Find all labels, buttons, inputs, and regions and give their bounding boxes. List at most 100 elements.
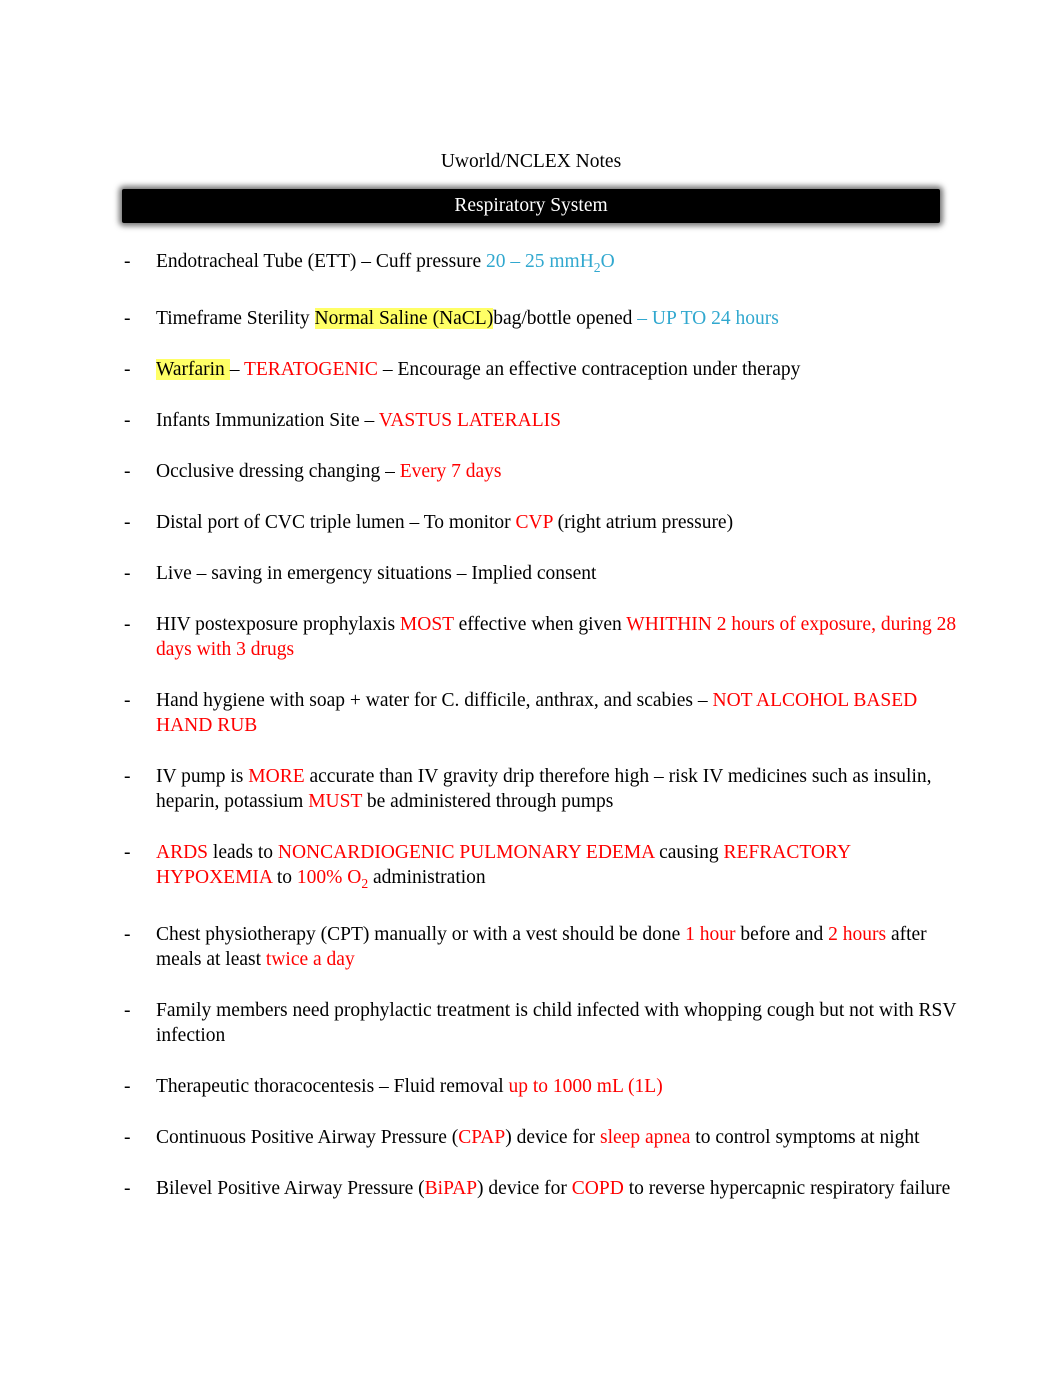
section-banner-respiratory: Respiratory System <box>122 189 940 224</box>
note-text-run: Timeframe Sterility <box>156 308 315 330</box>
note-text-run: be administered through pumps <box>362 791 614 813</box>
note-item-text: Endotracheal Tube (ETT) – Cuff pressure … <box>156 251 615 276</box>
bullet-marker: - <box>124 1000 131 1022</box>
note-text-run: Continuous Positive Airway Pressure ( <box>156 1127 459 1149</box>
note-item-occlusive-dressing: - Occlusive dressing changing – Every 7 d… <box>124 459 967 484</box>
document-page: Uworld/NCLEX Notes Respiratory System - E… <box>0 0 1062 1377</box>
note-item-hand-hygiene-soap-water: - Hand hygiene with soap + water for C. d… <box>124 688 967 738</box>
note-item-text: Warfarin – TERATOGENIC – Encourage an ef… <box>156 359 801 381</box>
bullet-marker: - <box>124 251 131 273</box>
note-item-text: Timeframe Sterility Normal Saline (NaCL)… <box>156 308 779 330</box>
note-text-run: – Cuff pressure <box>356 251 486 273</box>
notes-list: - Endotracheal Tube (ETT) – Cuff pressure… <box>0 249 1062 1201</box>
bullet-marker: - <box>124 1127 131 1149</box>
note-item-ards-pulmonary-edema: - ARDS leads to NONCARDIOGENIC PULMONARY … <box>124 840 967 896</box>
note-text-run: Every 7 days <box>399 461 502 483</box>
note-item-text: Hand hygiene with soap + water for C. di… <box>156 690 917 736</box>
note-text-run: IV pump is <box>156 766 249 788</box>
note-item-text: Live – saving in emergency situations – … <box>156 563 596 584</box>
note-text-run: before and <box>735 924 829 946</box>
note-text-run: Family members need prophylactic treatme… <box>156 1000 957 1047</box>
bullet-marker: - <box>124 1076 131 1098</box>
note-text-run: Live – saving in emergency situations – … <box>156 563 597 585</box>
note-text-run: Therapeutic thoracocentesis – Fluid remo… <box>156 1076 509 1098</box>
note-text-run: Distal port of CVC triple lumen – To mon… <box>156 512 516 534</box>
bullet-marker: - <box>124 690 131 712</box>
document-title: Uworld/NCLEX Notes <box>440 151 622 172</box>
note-item-whooping-cough-prophylaxis: - Family members need prophylactic treatm… <box>124 998 967 1048</box>
note-text-run: CVP <box>515 512 553 534</box>
note-text-run: twice a day <box>265 949 355 971</box>
note-text-run: Chest physiotherapy (CPT) manually or wi… <box>156 924 686 946</box>
note-item-text: IV pump is MORE accurate than IV gravity… <box>156 766 932 812</box>
bullet-marker: - <box>124 461 131 483</box>
note-text-run: TERATOGENIC <box>243 359 378 381</box>
note-item-text: Bilevel Positive Airway Pressure (BiPAP)… <box>156 1178 950 1199</box>
bullet-marker: - <box>124 1178 131 1200</box>
note-item-cvc-distal-port: - Distal port of CVC triple lumen – To mo… <box>124 510 967 535</box>
bullet-marker: - <box>124 308 131 330</box>
note-text-run: MORE <box>248 766 305 788</box>
note-item-bipap-copd: - Bilevel Positive Airway Pressure (BiPAP… <box>124 1176 967 1201</box>
note-item-text: Family members need prophylactic treatme… <box>156 1000 956 1046</box>
note-text-run: – Encourage an effective contraception u… <box>377 359 801 381</box>
bullet-marker: - <box>124 924 131 946</box>
note-text-run: CPAP <box>458 1127 506 1149</box>
note-text-run: to <box>271 867 297 889</box>
note-item-normal-saline-sterility: - Timeframe Sterility Normal Saline (NaCL… <box>124 306 967 331</box>
note-text-run: NONCARDIOGENIC PULMONARY EDEMA <box>277 842 655 864</box>
note-item-hiv-postexposure-prophylaxis: - HIV postexposure prophylaxis MOST effec… <box>124 612 967 662</box>
note-text-run: MUST <box>308 791 363 813</box>
bullet-marker: - <box>124 410 131 432</box>
note-text-run: Normal Saline (NaCL) <box>314 308 494 330</box>
bullet-marker: - <box>124 842 131 864</box>
note-text-run: 20 – 25 mmH <box>486 251 594 273</box>
note-text-run: Endotracheal Tube (ETT) <box>156 251 357 273</box>
bullet-marker: - <box>124 512 131 534</box>
note-text-run: bag/bottle opened <box>493 308 638 330</box>
note-text-run: up to 1000 mL (1L) <box>508 1076 663 1098</box>
note-item-iv-pump-accuracy: - IV pump is MORE accurate than IV gravit… <box>124 764 967 814</box>
note-text-run: ) device for <box>505 1127 600 1149</box>
bullet-marker: - <box>124 614 131 636</box>
note-text-run: 100% O <box>296 867 362 889</box>
note-text-run: 1 hour <box>685 924 736 946</box>
note-text-run: 2 hours <box>828 924 887 946</box>
note-item-text: Continuous Positive Airway Pressure (CPA… <box>156 1127 920 1148</box>
note-item-cpap-sleep-apnea: - Continuous Positive Airway Pressure (CP… <box>124 1125 967 1150</box>
note-text-run: COPD <box>571 1178 624 1200</box>
note-text-run: ARDS <box>156 842 209 864</box>
note-item-implied-consent: - Live – saving in emergency situations –… <box>124 561 967 586</box>
note-item-text: Therapeutic thoracocentesis – Fluid remo… <box>156 1076 663 1097</box>
note-text-run: HIV postexposure prophylaxis <box>156 614 400 636</box>
note-text-run: – <box>229 359 244 381</box>
note-text-run: Hand hygiene with soap + water for C. di… <box>156 690 713 712</box>
note-item-text: ARDS leads to NONCARDIOGENIC PULMONARY E… <box>156 842 850 891</box>
note-item-text: Infants Immunization Site – VASTUS LATER… <box>156 410 561 431</box>
note-item-infant-immunization-site: - Infants Immunization Site – VASTUS LATE… <box>124 408 967 433</box>
note-item-text: Occlusive dressing changing – Every 7 da… <box>156 461 502 482</box>
note-text-run: effective when given <box>453 614 627 636</box>
note-text-run: VASTUS LATERALIS <box>378 410 561 432</box>
note-item-text: HIV postexposure prophylaxis MOST effect… <box>156 614 956 660</box>
note-text-run: Warfarin <box>156 359 230 381</box>
bullet-marker: - <box>124 766 131 788</box>
note-text-run: causing <box>654 842 724 864</box>
note-item-text: Chest physiotherapy (CPT) manually or wi… <box>156 924 927 970</box>
note-text-run: Infants Immunization Site – <box>156 410 379 432</box>
note-item-therapeutic-thoracocentesis: - Therapeutic thoracocentesis – Fluid rem… <box>124 1074 967 1099</box>
note-text-run: to reverse hypercapnic respiratory failu… <box>623 1178 951 1200</box>
note-item-ett-cuff-pressure: - Endotracheal Tube (ETT) – Cuff pressure… <box>124 249 967 280</box>
note-item-chest-physiotherapy: - Chest physiotherapy (CPT) manually or w… <box>124 922 967 972</box>
note-item-text: Distal port of CVC triple lumen – To mon… <box>156 512 733 533</box>
note-text-run: to control symptoms at night <box>690 1127 920 1149</box>
note-text-run: 2 <box>593 260 601 276</box>
note-text-run: – UP TO 24 hours <box>637 308 779 330</box>
note-item-warfarin-teratogenic: - Warfarin – TERATOGENIC – Encourage an e… <box>124 357 967 382</box>
note-text-run: ) device for <box>477 1178 572 1200</box>
note-text-run: MOST <box>399 614 454 636</box>
note-text-run: Occlusive dressing changing – <box>156 461 400 483</box>
note-text-run: sleep apnea <box>600 1127 691 1149</box>
note-text-run: O <box>600 251 615 273</box>
note-text-run: (right atrium pressure) <box>552 512 734 534</box>
